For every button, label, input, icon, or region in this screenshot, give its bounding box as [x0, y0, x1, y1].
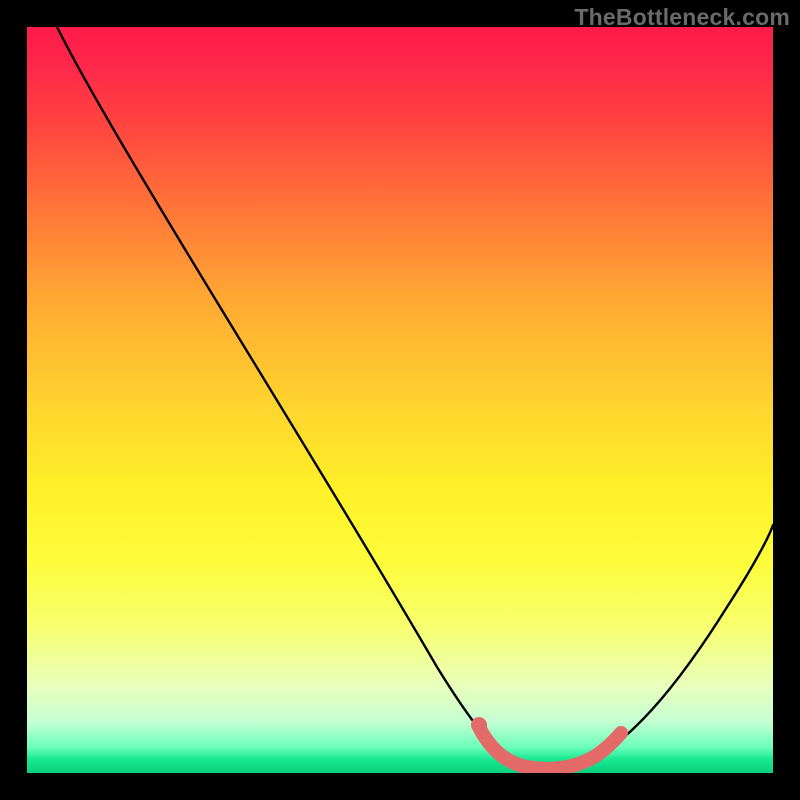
chart-svg — [27, 27, 773, 773]
curve-main-line — [57, 27, 773, 769]
plot-area — [27, 27, 773, 773]
highlight-dot-icon — [471, 717, 487, 733]
watermark-text: TheBottleneck.com — [574, 4, 790, 31]
highlight-band-line — [479, 727, 621, 769]
chart-container: TheBottleneck.com — [0, 0, 800, 800]
